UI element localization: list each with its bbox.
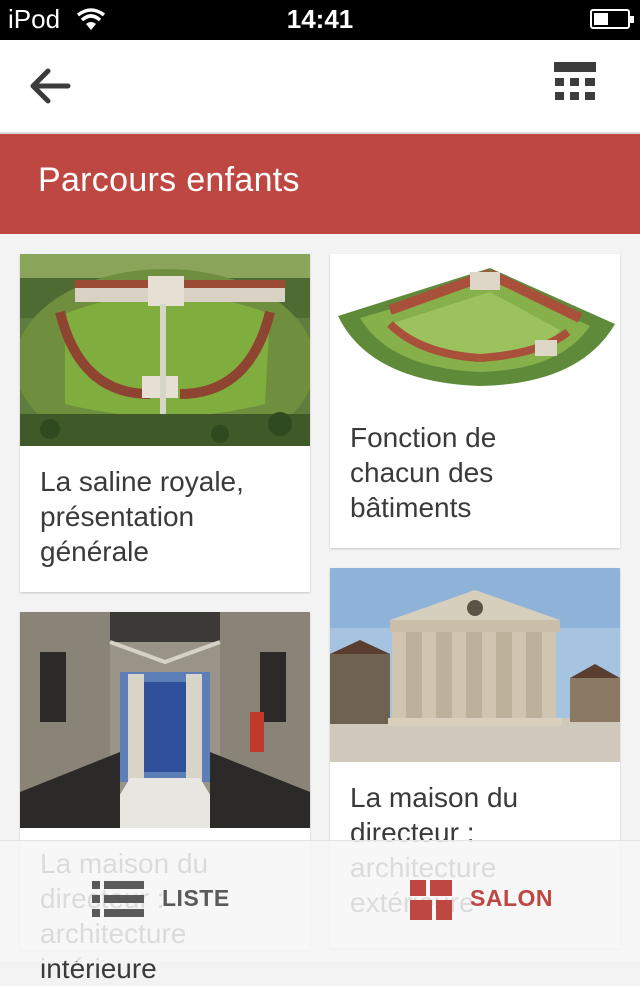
section-header: Parcours enfants	[0, 134, 640, 234]
arrow-left-icon	[30, 68, 71, 104]
card-fonction-batiments[interactable]: Fonction de chacun des bâtiments	[330, 254, 620, 548]
back-button[interactable]	[22, 62, 78, 110]
battery-icon	[590, 9, 634, 29]
card-saline-royale[interactable]: La saline royale, présentation générale	[20, 254, 310, 592]
tab-label: LISTE	[162, 885, 230, 911]
card-title: La saline royale, présentation générale	[40, 466, 244, 567]
interior-staircase-photo	[20, 612, 310, 828]
status-bar: iPod 14:41	[0, 0, 640, 40]
clock: 14:41	[286, 4, 354, 34]
3d-model-saline-image	[330, 254, 620, 402]
app-header	[0, 40, 640, 134]
director-house-facade-photo	[330, 568, 620, 762]
aerial-view-saline-photo	[20, 254, 310, 446]
bottom-tab-bar: LISTE SALON	[0, 840, 640, 961]
list-icon	[92, 881, 144, 917]
grid-view-icon	[554, 62, 596, 100]
tab-salon[interactable]: SALON	[410, 877, 570, 925]
tab-liste[interactable]: LISTE	[92, 877, 232, 925]
mosaic-icon	[410, 880, 452, 920]
card-title: Fonction de chacun des bâtiments	[350, 422, 497, 523]
grid-view-button[interactable]	[552, 60, 602, 110]
page-title: Parcours enfants	[38, 161, 300, 199]
tab-label: SALON	[470, 885, 553, 911]
